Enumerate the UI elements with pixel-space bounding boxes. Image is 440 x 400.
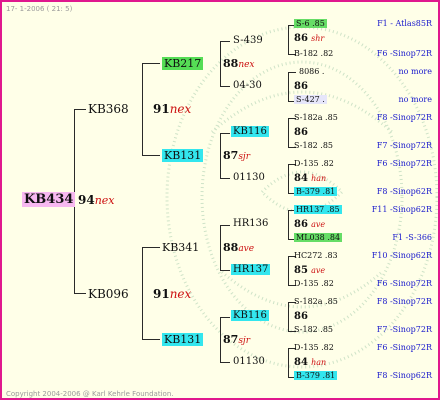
- connector: [220, 362, 230, 363]
- gen5-line: F11 -Sinop62R: [371, 205, 432, 214]
- pedigree-frame: 17- 1-2006 ( 21: 5) Copyright 2004-2006 …: [0, 0, 440, 400]
- gen5-queen[interactable]: S-182a .85: [294, 114, 338, 122]
- gen4-queen[interactable]: 01130: [233, 357, 265, 367]
- connector: [288, 118, 289, 148]
- gen4-queen[interactable]: 01130: [233, 173, 265, 183]
- connector: [288, 348, 289, 378]
- connector: [288, 164, 289, 194]
- gen5-line: F7 -Sinop72R: [376, 141, 432, 150]
- gen5-queen[interactable]: HC272 .83: [294, 252, 338, 260]
- gen5-line: F1 -S-366: [392, 233, 432, 242]
- connector: [220, 270, 230, 271]
- gen4-queen[interactable]: KB116: [231, 310, 269, 321]
- gen5-queen[interactable]: HR137 .85: [294, 205, 342, 214]
- gen5-queen[interactable]: S-182a .85: [294, 298, 338, 306]
- gen5-score: 84 han: [294, 357, 327, 368]
- gen5-line: F7 -Sinop72R: [376, 325, 432, 334]
- connector: [288, 72, 296, 73]
- gen5-line: no more: [398, 95, 432, 104]
- gen4-queen[interactable]: HR136: [233, 219, 268, 229]
- connector: [288, 210, 289, 240]
- gen5-score: 86 ave: [294, 219, 326, 230]
- connector: [142, 63, 160, 64]
- connector: [220, 178, 230, 179]
- gen4-queen[interactable]: KB116: [231, 126, 269, 137]
- gen5-queen[interactable]: D-135 .82: [294, 160, 334, 168]
- connector: [288, 25, 289, 55]
- gen5-line: no more: [398, 67, 432, 76]
- gen5-queen[interactable]: S-182 .85: [294, 142, 333, 150]
- gen5-line: F6 -Sinop72R: [376, 49, 432, 58]
- print-date: 17- 1-2006 ( 21: 5): [6, 5, 73, 13]
- gen5-score: 86: [294, 127, 308, 138]
- connector: [220, 317, 221, 363]
- connector: [288, 302, 289, 332]
- sire-name[interactable]: KB368: [88, 103, 129, 115]
- gen5-queen[interactable]: ML038 .84: [294, 233, 343, 242]
- connector: [74, 109, 86, 110]
- gen4-queen[interactable]: 04-30: [233, 81, 262, 91]
- root-score: 94nex: [78, 193, 115, 207]
- sire-score: 91nex: [153, 102, 192, 116]
- connector: [220, 225, 221, 271]
- connector: [142, 63, 143, 156]
- connector: [142, 339, 160, 340]
- gen5-queen[interactable]: S-6 .85: [294, 19, 327, 28]
- dam-score: 91nex: [153, 287, 192, 301]
- gen4-queen[interactable]: HR137: [231, 264, 271, 275]
- gen5-line: F6 -Sinop72R: [376, 279, 432, 288]
- gen5-score: 86: [294, 81, 308, 92]
- connector: [220, 225, 230, 226]
- gen5-score: 86 shr: [294, 33, 325, 44]
- gen5-score: 85 ave: [294, 265, 326, 276]
- gen5-queen[interactable]: D-135 .82: [294, 280, 334, 288]
- connector: [220, 317, 230, 318]
- gen3-score: 87sjr: [223, 333, 251, 346]
- gen5-score: 86: [294, 311, 308, 322]
- gen5-queen[interactable]: 8086 .: [299, 68, 324, 76]
- connector: [142, 247, 143, 340]
- gen5-queen[interactable]: S-427 .: [294, 95, 327, 104]
- gen5-line: F8 -Sinop72R: [376, 297, 432, 306]
- gen3-queen[interactable]: KB131: [162, 149, 204, 162]
- connector: [288, 72, 289, 102]
- gen3-queen[interactable]: KB341: [162, 242, 199, 253]
- connector: [74, 293, 86, 294]
- connector: [220, 133, 230, 134]
- gen5-line: F6 -Sinop72R: [376, 343, 432, 352]
- gen3-score: 88ave: [223, 241, 255, 254]
- gen5-line: F6 -Sinop72R: [376, 159, 432, 168]
- gen3-score: 88nex: [223, 57, 255, 70]
- connector: [220, 41, 230, 42]
- dam-name[interactable]: KB096: [88, 288, 129, 300]
- connector: [220, 86, 230, 87]
- gen3-queen[interactable]: KB131: [162, 333, 204, 346]
- connector: [142, 247, 160, 248]
- gen5-queen[interactable]: B-379 .81: [294, 371, 338, 380]
- gen3-score: 87sjr: [223, 149, 251, 162]
- gen5-queen[interactable]: S-182 .85: [294, 326, 333, 334]
- gen5-line: F8 -Sinop62R: [376, 371, 432, 380]
- connector: [220, 41, 221, 87]
- connector: [288, 256, 289, 286]
- connector: [142, 155, 160, 156]
- gen5-line: F8 -Sinop72R: [376, 113, 432, 122]
- gen5-line: F10 -Sinop62R: [371, 251, 432, 260]
- gen3-queen[interactable]: KB217: [162, 57, 204, 70]
- root-queen[interactable]: KB434: [22, 192, 76, 207]
- gen5-line: F8 -Sinop62R: [376, 187, 432, 196]
- copyright-footer: Copyright 2004-2006 @ Karl Kehrle Founda…: [6, 390, 174, 398]
- connector: [220, 133, 221, 179]
- gen5-score: 84 han: [294, 173, 327, 184]
- gen5-queen[interactable]: D-135 .82: [294, 344, 334, 352]
- gen5-queen[interactable]: B-182 .82: [294, 50, 333, 58]
- gen4-queen[interactable]: S-439: [233, 36, 263, 46]
- gen5-queen[interactable]: B-379 .81: [294, 187, 338, 196]
- root-name: KB434: [22, 192, 76, 207]
- gen5-line: F1 - Atlas85R: [377, 19, 432, 28]
